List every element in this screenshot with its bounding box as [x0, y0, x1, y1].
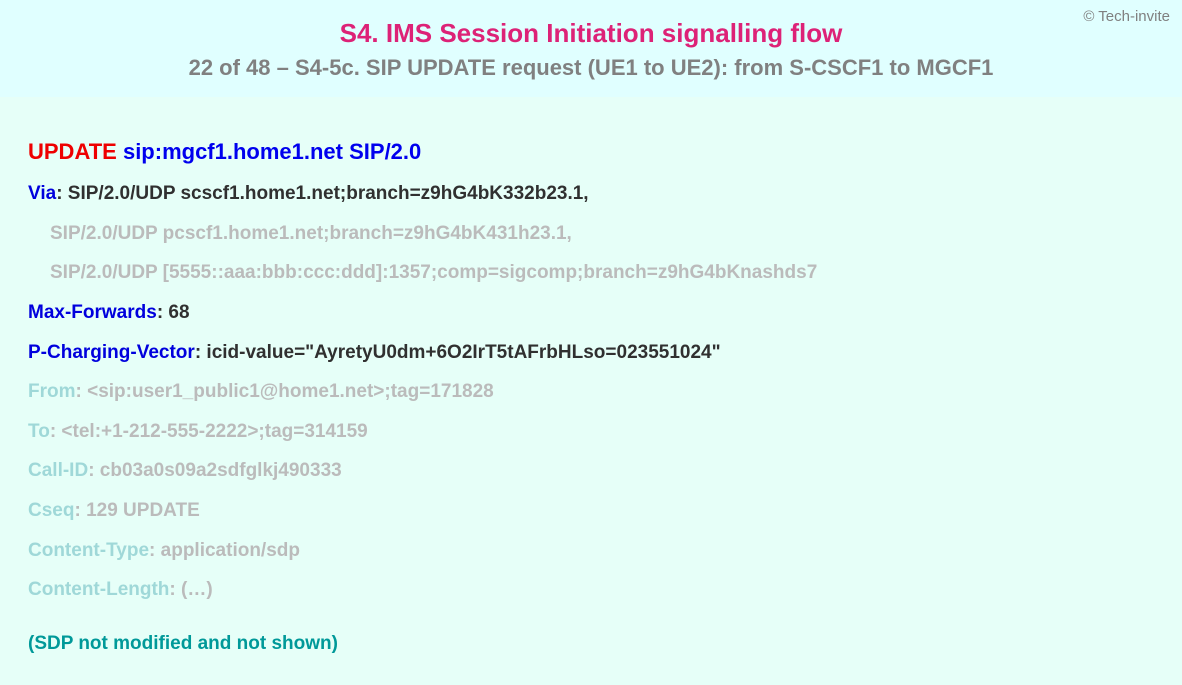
from-name: From — [28, 381, 76, 402]
call-id-line: Call-ID: cb03a0s09a2sdfglkj490333 — [28, 458, 1154, 484]
call-id-name: Call-ID — [28, 460, 88, 481]
via-header-line: Via: SIP/2.0/UDP scscf1.home1.net;branch… — [28, 181, 1154, 207]
header-band: © Tech-invite S4. IMS Session Initiation… — [0, 0, 1182, 97]
via-continuation-1: SIP/2.0/UDP pcscf1.home1.net;branch=z9hG… — [28, 221, 1154, 247]
from-value: <sip:user1_public1@home1.net>;tag=171828 — [87, 381, 494, 402]
title-main: S4. IMS Session Initiation signalling fl… — [20, 18, 1162, 49]
call-id-value: cb03a0s09a2sdfglkj490333 — [100, 460, 342, 481]
content-area: UPDATE sip:mgcf1.home1.net SIP/2.0 Via: … — [0, 97, 1182, 685]
sip-request-line: UPDATE sip:mgcf1.home1.net SIP/2.0 — [28, 139, 1154, 165]
to-value: <tel:+1-212-555-2222>;tag=314159 — [61, 421, 367, 442]
cseq-line: Cseq: 129 UPDATE — [28, 498, 1154, 524]
request-uri: sip:mgcf1.home1.net SIP/2.0 — [123, 139, 421, 164]
p-charging-vector-line: P-Charging-Vector: icid-value="AyretyU0d… — [28, 340, 1154, 366]
via-header-name: Via — [28, 183, 56, 204]
max-forwards-value: 68 — [168, 302, 189, 323]
cseq-name: Cseq — [28, 500, 74, 521]
via-continuation-2: SIP/2.0/UDP [5555::aaa:bbb:ccc:ddd]:1357… — [28, 260, 1154, 286]
copyright-text: © Tech-invite — [1083, 8, 1170, 25]
request-method: UPDATE — [28, 139, 117, 164]
p-charging-vector-value: icid-value="AyretyU0dm+6O2IrT5tAFrbHLso=… — [206, 342, 720, 363]
to-name: To — [28, 421, 50, 442]
content-type-value: application/sdp — [161, 540, 300, 561]
content-length-value: (…) — [181, 579, 213, 600]
content-type-name: Content-Type — [28, 540, 149, 561]
content-type-line: Content-Type: application/sdp — [28, 538, 1154, 564]
to-line: To: <tel:+1-212-555-2222>;tag=314159 — [28, 419, 1154, 445]
content-length-name: Content-Length — [28, 579, 169, 600]
from-line: From: <sip:user1_public1@home1.net>;tag=… — [28, 379, 1154, 405]
title-subtitle: 22 of 48 – S4-5c. SIP UPDATE request (UE… — [20, 55, 1162, 81]
max-forwards-line: Max-Forwards: 68 — [28, 300, 1154, 326]
content-length-line: Content-Length: (…) — [28, 577, 1154, 603]
cseq-value: 129 UPDATE — [86, 500, 200, 521]
max-forwards-name: Max-Forwards — [28, 302, 157, 323]
p-charging-vector-name: P-Charging-Vector — [28, 342, 195, 363]
sdp-note: (SDP not modified and not shown) — [28, 633, 1154, 655]
via-header-value-first: SIP/2.0/UDP scscf1.home1.net;branch=z9hG… — [68, 183, 589, 204]
